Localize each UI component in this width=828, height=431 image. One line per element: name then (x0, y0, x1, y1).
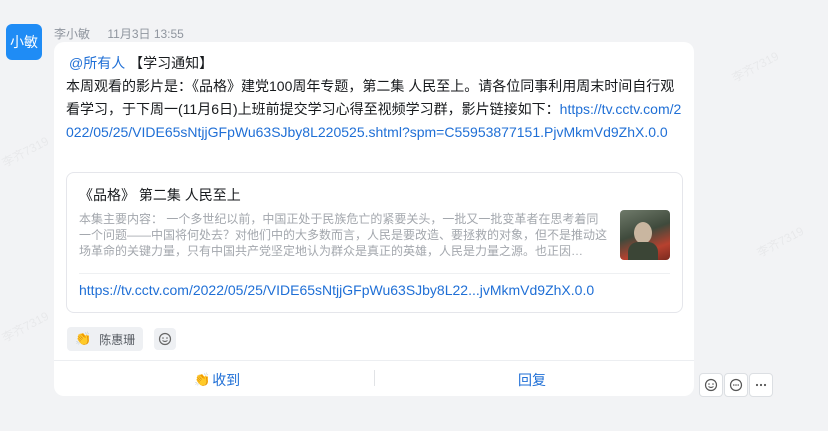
preview-thumbnail (620, 210, 670, 260)
preview-description: 本集主要内容： 一个多世纪以前，中国正处于民族危亡的紧要关头，一批又一批变革者在… (79, 212, 608, 258)
divider (374, 370, 375, 386)
divider (79, 273, 670, 274)
comment-icon[interactable] (724, 373, 748, 397)
sender-name[interactable]: 李小敏 (54, 27, 90, 41)
mention-all[interactable]: @所有人 (69, 55, 125, 71)
watermark: 李齐7319 (0, 309, 51, 345)
avatar[interactable]: 小敏 (6, 24, 42, 60)
received-button[interactable]: 👏 收到 (194, 370, 240, 390)
preview-title: 《品格》 第二集 人民至上 (79, 187, 241, 203)
clap-icon: 👏 (75, 331, 92, 346)
reaction-user: 陈惠珊 (99, 332, 136, 347)
message-card: @所有人 【学习通知】 本周观看的影片是：《品格》建党100周年专题，第二集 人… (54, 42, 694, 396)
reaction-badge[interactable]: 👏 陈惠珊 (67, 327, 144, 351)
clap-icon: 👏 (194, 372, 211, 387)
add-reaction-icon[interactable] (154, 328, 176, 350)
message-tag: 【学习通知】 (129, 55, 214, 71)
add-reaction-icon[interactable] (699, 373, 723, 397)
preview-link[interactable]: https://tv.cctv.com/2022/05/25/VIDE65sNt… (79, 282, 594, 298)
link-preview-card[interactable]: 《品格》 第二集 人民至上 本集主要内容： 一个多世纪以前，中国正处于民族危亡的… (66, 172, 683, 313)
message-meta: 李小敏 11月3日 13:55 (54, 25, 184, 42)
watermark: 李齐7319 (0, 134, 51, 170)
reply-button[interactable]: 回复 (518, 370, 546, 390)
divider (54, 360, 694, 361)
received-label: 收到 (212, 372, 241, 388)
watermark: 李齐7319 (755, 224, 806, 260)
watermark: 李齐7319 (730, 49, 781, 85)
more-icon[interactable] (749, 373, 773, 397)
message-text: @所有人 【学习通知】 本周观看的影片是：《品格》建党100周年专题，第二集 人… (66, 52, 686, 144)
message-time: 11月3日 13:55 (107, 27, 184, 41)
